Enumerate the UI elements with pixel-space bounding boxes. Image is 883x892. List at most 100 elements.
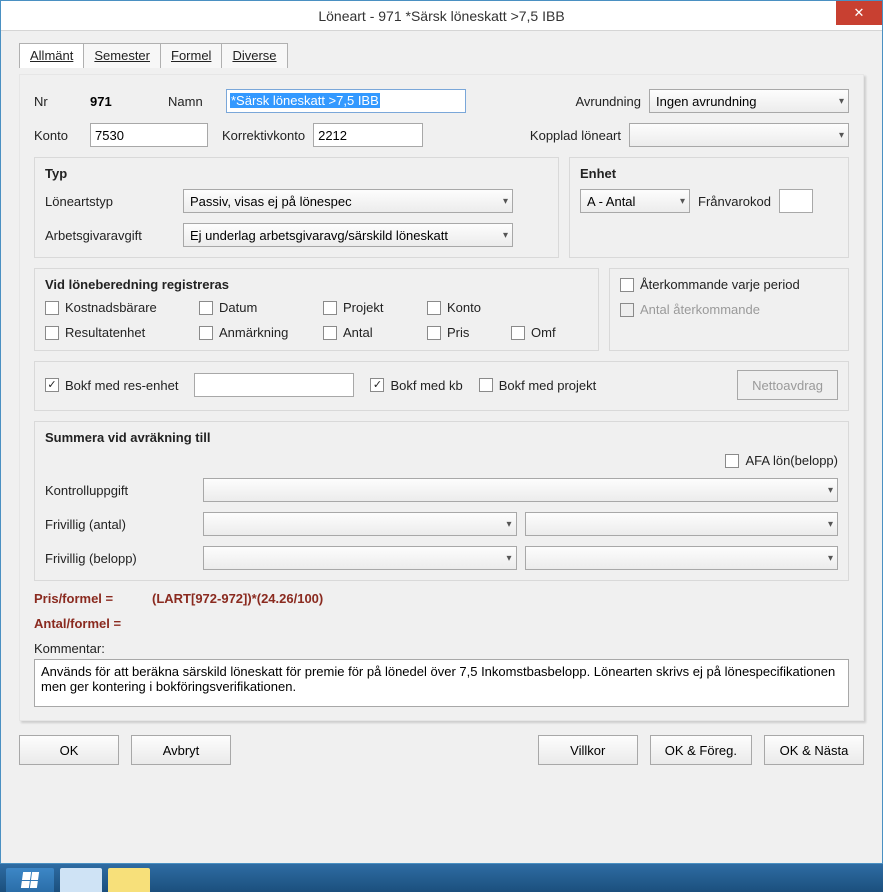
tab-semester-label: Semester: [94, 48, 150, 63]
avbryt-button[interactable]: Avbryt: [131, 735, 231, 765]
konto-label: Konto: [34, 128, 82, 143]
summera-title: Summera vid avräkning till: [45, 430, 838, 445]
loneartstyp-combo[interactable]: Passiv, visas ej på lönespec ▾: [183, 189, 513, 213]
chk-konto[interactable]: Konto: [427, 300, 481, 315]
tab-formel-label: Formel: [171, 48, 211, 63]
kontrolluppgift-label: Kontrolluppgift: [45, 483, 195, 498]
nr-label: Nr: [34, 94, 82, 109]
avrundning-combo[interactable]: Ingen avrundning ▾: [649, 89, 849, 113]
chk-aterkommande[interactable]: Återkommande varje period: [620, 277, 800, 292]
frivillig-belopp-combo-2[interactable]: ▾: [525, 546, 839, 570]
typ-group: Typ Löneartstyp Passiv, visas ej på löne…: [34, 157, 559, 258]
titlebar: Löneart - 971 *Särsk löneskatt >7,5 IBB …: [1, 1, 882, 31]
tab-diverse[interactable]: Diverse: [221, 43, 287, 68]
aterkommande-group: Återkommande varje period Antal återkomm…: [609, 268, 849, 351]
chk-omf[interactable]: Omf: [511, 325, 556, 340]
kopplad-combo[interactable]: ▾: [629, 123, 849, 147]
loneartstyp-value: Passiv, visas ej på lönespec: [190, 194, 352, 209]
frivillig-antal-combo-2[interactable]: ▾: [525, 512, 839, 536]
avrundning-label: Avrundning: [575, 94, 641, 109]
typ-title: Typ: [45, 166, 548, 181]
vid-title: Vid löneberedning registreras: [45, 277, 588, 292]
chk-bokf-resenhet[interactable]: ✓Bokf med res-enhet: [45, 378, 178, 393]
antalformel-label: Antal/formel =: [34, 616, 121, 631]
chk-resultatenhet[interactable]: Resultatenhet: [45, 325, 175, 340]
tab-allmant-label: Allmänt: [30, 48, 73, 63]
window-title: Löneart - 971 *Särsk löneskatt >7,5 IBB: [1, 8, 882, 24]
chk-datum[interactable]: Datum: [199, 300, 299, 315]
chevron-down-icon: ▾: [839, 96, 844, 107]
taskbar: [0, 864, 883, 892]
chk-antal[interactable]: Antal: [323, 325, 403, 340]
prisformel-value: (LART[972-972])*(24.26/100): [152, 591, 323, 606]
dialog-window: Löneart - 971 *Särsk löneskatt >7,5 IBB …: [0, 0, 883, 864]
tab-strip: Allmänt Semester Formel Diverse: [19, 43, 864, 68]
chk-afa[interactable]: AFA lön(belopp): [725, 453, 838, 468]
namn-input[interactable]: *Särsk löneskatt >7,5 IBB: [226, 89, 466, 113]
bokf-resenhet-input[interactable]: [194, 373, 354, 397]
chevron-down-icon: ▾: [828, 553, 833, 564]
chk-projekt[interactable]: Projekt: [323, 300, 403, 315]
kommentar-label: Kommentar:: [34, 641, 849, 656]
chk-pris[interactable]: Pris: [427, 325, 487, 340]
chevron-down-icon: ▾: [503, 230, 508, 241]
kommentar-textarea[interactable]: [34, 659, 849, 707]
footer-buttons: OK Avbryt Villkor OK & Föreg. OK & Nästa: [19, 735, 864, 765]
tab-diverse-label: Diverse: [232, 48, 276, 63]
tab-allmant[interactable]: Allmänt: [19, 43, 84, 68]
frivillig-antal-label: Frivillig (antal): [45, 517, 195, 532]
chk-bokf-projekt[interactable]: Bokf med projekt: [479, 378, 597, 393]
nettoavdrag-button: Nettoavdrag: [737, 370, 838, 400]
content-area: Allmänt Semester Formel Diverse Nr 971 N…: [1, 31, 882, 863]
kopplad-label: Kopplad löneart: [530, 128, 621, 143]
korrkonto-input[interactable]: [313, 123, 423, 147]
close-button[interactable]: ✕: [836, 1, 882, 25]
ok-button[interactable]: OK: [19, 735, 119, 765]
chevron-down-icon: ▾: [828, 519, 833, 530]
nr-value: 971: [90, 94, 160, 109]
frivillig-antal-combo-1[interactable]: ▾: [203, 512, 517, 536]
frivillig-belopp-combo-1[interactable]: ▾: [203, 546, 517, 570]
franvarokod-input[interactable]: [779, 189, 813, 213]
avrundning-value: Ingen avrundning: [656, 94, 756, 109]
villkor-button[interactable]: Villkor: [538, 735, 638, 765]
chevron-down-icon: ▾: [506, 553, 511, 564]
summera-group: Summera vid avräkning till AFA lön(belop…: [34, 421, 849, 581]
namn-label: Namn: [168, 94, 218, 109]
vid-group: Vid löneberedning registreras Kostnadsbä…: [34, 268, 599, 351]
chevron-down-icon: ▾: [680, 196, 685, 207]
enhet-value: A - Antal: [587, 194, 635, 209]
arbetsgivaravgift-combo[interactable]: Ej underlag arbetsgivaravg/särskild löne…: [183, 223, 513, 247]
chk-bokf-kb[interactable]: ✓Bokf med kb: [370, 378, 462, 393]
chk-kostnadsbarare[interactable]: Kostnadsbärare: [45, 300, 175, 315]
enhet-combo[interactable]: A - Antal ▾: [580, 189, 690, 213]
chevron-down-icon: ▾: [839, 130, 844, 141]
ok-nasta-button[interactable]: OK & Nästa: [764, 735, 864, 765]
arbetsgivaravgift-label: Arbetsgivaravgift: [45, 228, 175, 243]
tab-semester[interactable]: Semester: [83, 43, 161, 68]
korrkonto-label: Korrektivkonto: [222, 128, 305, 143]
chk-anmarkning[interactable]: Anmärkning: [199, 325, 299, 340]
chevron-down-icon: ▾: [503, 196, 508, 207]
chevron-down-icon: ▾: [828, 485, 833, 496]
frivillig-belopp-label: Frivillig (belopp): [45, 551, 195, 566]
tab-formel[interactable]: Formel: [160, 43, 222, 68]
windows-icon: [21, 872, 39, 888]
task-icon-2[interactable]: [108, 868, 150, 892]
ok-foreg-button[interactable]: OK & Föreg.: [650, 735, 752, 765]
arbetsgivaravgift-value: Ej underlag arbetsgivaravg/särskild löne…: [190, 228, 448, 243]
enhet-group: Enhet A - Antal ▾ Frånvarokod: [569, 157, 849, 258]
tab-panel: Nr 971 Namn *Särsk löneskatt >7,5 IBB Av…: [19, 74, 864, 721]
chevron-down-icon: ▾: [506, 519, 511, 530]
kontrolluppgift-combo[interactable]: ▾: [203, 478, 838, 502]
namn-input-text: *Särsk löneskatt >7,5 IBB: [230, 93, 380, 108]
enhet-title: Enhet: [580, 166, 838, 181]
loneartstyp-label: Löneartstyp: [45, 194, 175, 209]
start-button[interactable]: [6, 868, 54, 892]
prisformel-label: Pris/formel =: [34, 591, 144, 606]
task-icon-1[interactable]: [60, 868, 102, 892]
franvarokod-label: Frånvarokod: [698, 194, 771, 209]
bokf-group: ✓Bokf med res-enhet ✓Bokf med kb Bokf me…: [34, 361, 849, 411]
konto-input[interactable]: [90, 123, 208, 147]
close-icon: ✕: [854, 5, 865, 21]
